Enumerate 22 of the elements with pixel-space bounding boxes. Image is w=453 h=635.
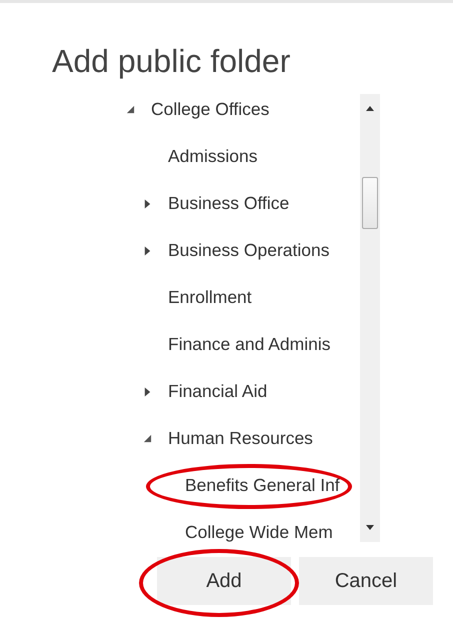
collapse-triangle-icon[interactable]	[126, 105, 135, 114]
folder-tree-item[interactable]: Business Office	[168, 193, 290, 214]
scroll-down-icon[interactable]	[366, 525, 374, 530]
scroll-thumb[interactable]	[362, 177, 378, 229]
dialog-title: Add public folder	[52, 43, 292, 80]
dialog-button[interactable]: Add	[157, 557, 291, 605]
scroll-up-icon[interactable]	[366, 106, 374, 111]
folder-tree-item[interactable]: Benefits General Inf	[185, 475, 340, 496]
folder-tree-item[interactable]: Enrollment	[168, 287, 252, 308]
scrollbar[interactable]	[360, 94, 380, 542]
dialog-button[interactable]: Cancel	[299, 557, 433, 605]
collapse-triangle-icon[interactable]	[143, 434, 152, 443]
folder-tree-item[interactable]: Business Operations	[168, 240, 330, 261]
expand-triangle-icon[interactable]	[143, 246, 152, 256]
folder-tree-item[interactable]: College Offices	[151, 99, 270, 120]
folder-tree-item[interactable]: College Wide Mem	[185, 522, 333, 543]
folder-tree-item[interactable]: Admissions	[168, 146, 258, 167]
expand-triangle-icon[interactable]	[143, 386, 152, 396]
expand-triangle-icon[interactable]	[143, 198, 152, 208]
folder-tree-item[interactable]: Financial Aid	[168, 381, 268, 402]
folder-tree-item[interactable]: Human Resources	[168, 428, 313, 449]
folder-tree-item[interactable]: Finance and Adminis	[168, 334, 330, 355]
